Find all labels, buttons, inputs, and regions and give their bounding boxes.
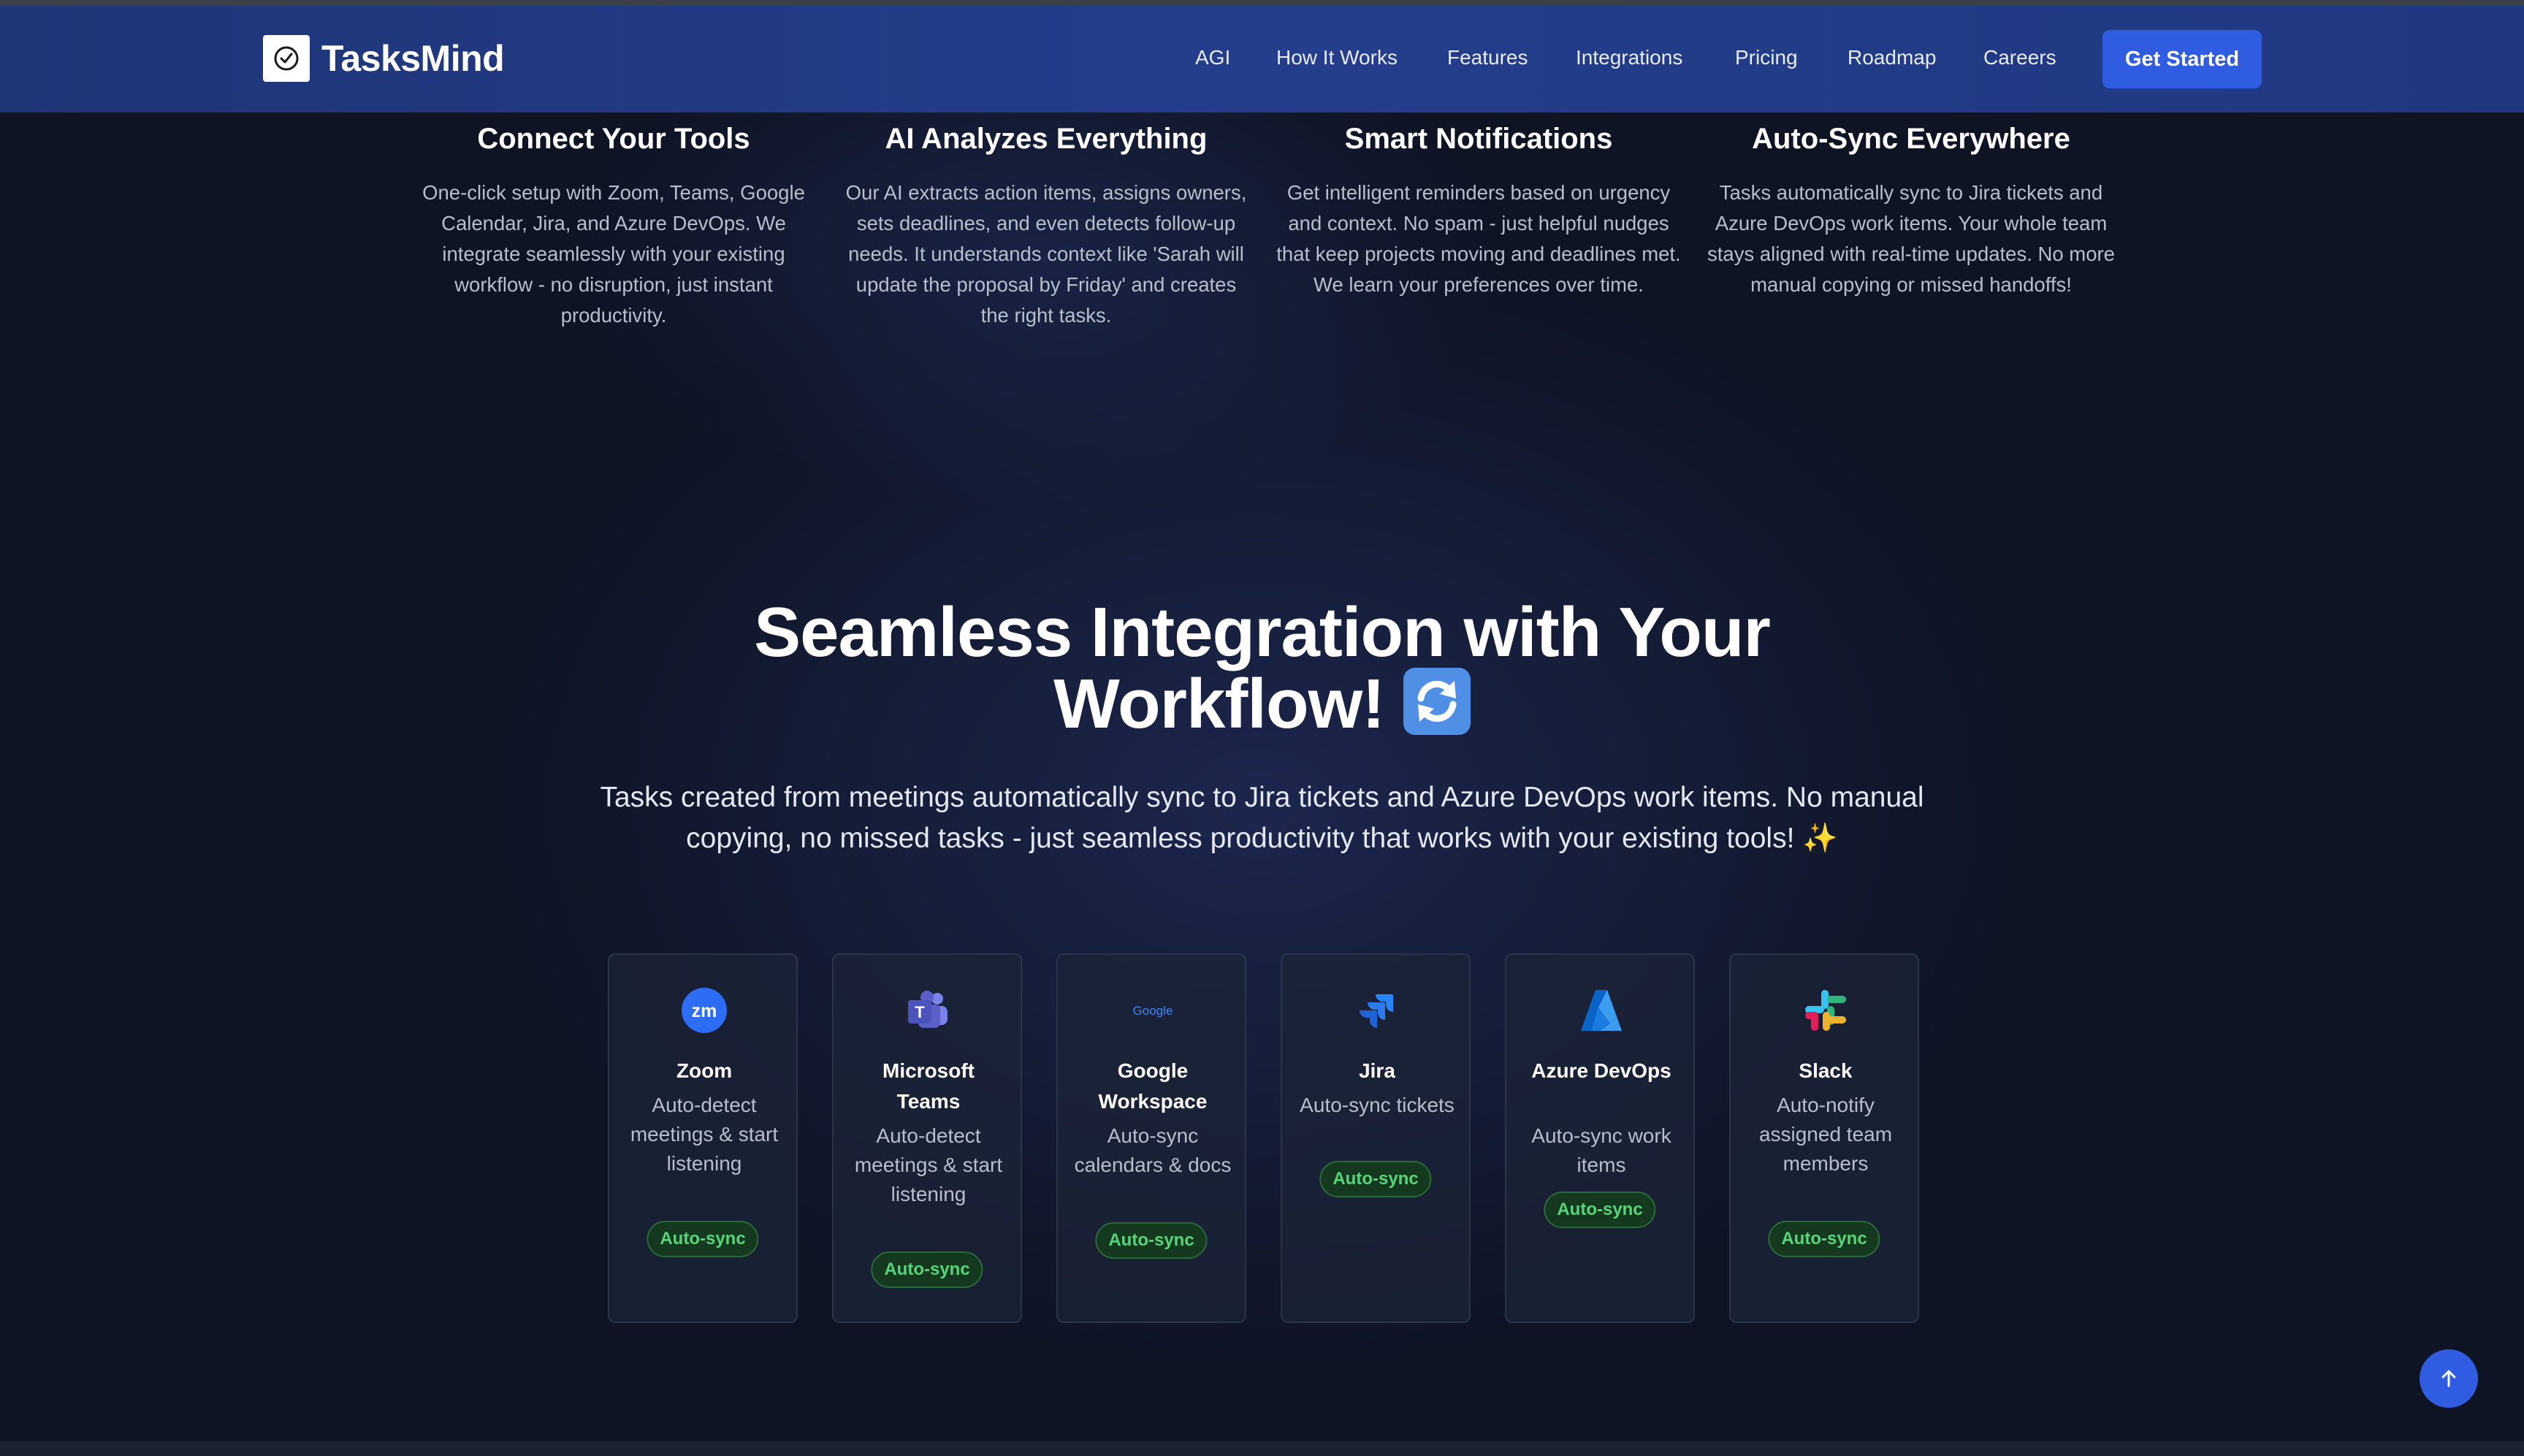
nav-item-agi[interactable]: AGI [1195,46,1230,69]
step-auto-sync: Auto-Sync Everywhere Tasks automatically… [1707,123,2116,300]
nav-item-features[interactable]: Features [1447,46,1528,69]
brand[interactable]: TasksMind [263,35,505,82]
page: TasksMind AGI How It Works Features Inte… [0,0,2524,1456]
brand-name: TasksMind [321,38,505,79]
subtitle-text: Tasks created from meetings automaticall… [600,782,1924,854]
zoom-icon: zm [681,987,728,1034]
integration-name: Google Workspace [1098,1059,1208,1113]
step-ai-analyzes: AI Analyzes Everything Our AI extracts a… [842,123,1251,331]
status-badge: Auto-sync [1319,1161,1432,1197]
sync-arrows-icon [1403,668,1471,735]
status-badge: Auto-sync [1095,1222,1208,1259]
integration-description: Auto-detect meetings & start listening [854,1124,1003,1205]
nav-item-how-it-works[interactable]: How It Works [1276,46,1398,69]
step-description: Our AI extracts action items, assigns ow… [845,181,1247,327]
integration-card-slack[interactable]: Slack Auto-notify assigned team members … [1729,953,1919,1323]
integration-name: Microsoft Teams [882,1059,975,1113]
nav-item-integrations[interactable]: Integrations [1576,46,1682,69]
integration-name: Slack [1799,1059,1853,1082]
integration-card-azure-devops[interactable]: Azure DevOps Auto-sync work items Auto-s… [1505,953,1695,1323]
step-connect-tools: Connect Your Tools One-click setup with … [409,123,818,331]
azure-icon [1578,987,1625,1034]
integration-card-zoom[interactable]: zm Zoom Auto-detect meetings & start lis… [608,953,798,1323]
integration-title-line1: Seamless Integration with Your [754,593,1771,671]
step-description: Get intelligent reminders based on urgen… [1276,181,1681,296]
integration-name: Zoom [676,1059,733,1082]
step-description: Tasks automatically sync to Jira tickets… [1707,181,2115,296]
step-title: AI Analyzes Everything [885,123,1208,155]
integration-card-jira[interactable]: Jira Auto-sync tickets Auto-sync [1281,953,1471,1323]
nav-item-pricing[interactable]: Pricing [1735,46,1798,69]
integration-section-title: Seamless Integration with Your Workflow! [0,598,2524,739]
svg-text:zm: zm [692,1001,717,1021]
integration-name: Azure DevOps [1531,1059,1671,1082]
integration-description: Auto-sync calendars & docs [1074,1124,1232,1176]
google-wordmark: Google [1133,1004,1173,1018]
integration-description: Auto-detect meetings & start listening [630,1094,779,1175]
integration-description: Auto-notify assigned team members [1758,1094,1893,1175]
integration-card-microsoft-teams[interactable]: T Microsoft Teams Auto-detect meetings &… [832,953,1022,1323]
navbar: TasksMind AGI How It Works Features Inte… [0,6,2524,113]
status-badge: Auto-sync [1544,1192,1656,1228]
status-badge: Auto-sync [1768,1221,1880,1257]
page-bottom-strip [0,1441,2524,1456]
window-top-strip [0,0,2524,6]
integration-description: Auto-sync tickets [1300,1094,1454,1116]
get-started-button[interactable]: Get Started [2102,30,2262,88]
step-smart-notifications: Smart Notifications Get intelligent remi… [1274,123,1683,300]
integration-section-subtitle: Tasks created from meetings automaticall… [599,777,1925,859]
integration-card-google-workspace[interactable]: Google Google Workspace Auto-sync calend… [1056,953,1246,1323]
step-title: Auto-Sync Everywhere [1752,123,2070,155]
integration-title-line2: Workflow! [1053,665,1385,743]
status-badge: Auto-sync [647,1221,759,1257]
arrow-up-icon [2441,1370,2456,1387]
brand-logo-icon [263,35,310,82]
nav-item-roadmap[interactable]: Roadmap [1848,46,1936,69]
integration-name: Jira [1359,1059,1395,1082]
step-description: One-click setup with Zoom, Teams, Google… [422,181,805,327]
sparkles-icon: ✨ [1802,823,1838,854]
svg-text:T: T [915,1003,925,1021]
jira-icon [1354,987,1400,1034]
google-icon: Google [1129,987,1176,1034]
scroll-to-top-button[interactable] [2420,1349,2478,1408]
step-title: Smart Notifications [1344,123,1613,155]
nav-item-careers[interactable]: Careers [1983,46,2056,69]
integration-description: Auto-sync work items [1531,1124,1671,1176]
slack-icon [1802,987,1849,1034]
step-title: Connect Your Tools [477,123,750,155]
status-badge: Auto-sync [871,1251,983,1288]
microsoft-teams-icon: T [905,987,952,1034]
